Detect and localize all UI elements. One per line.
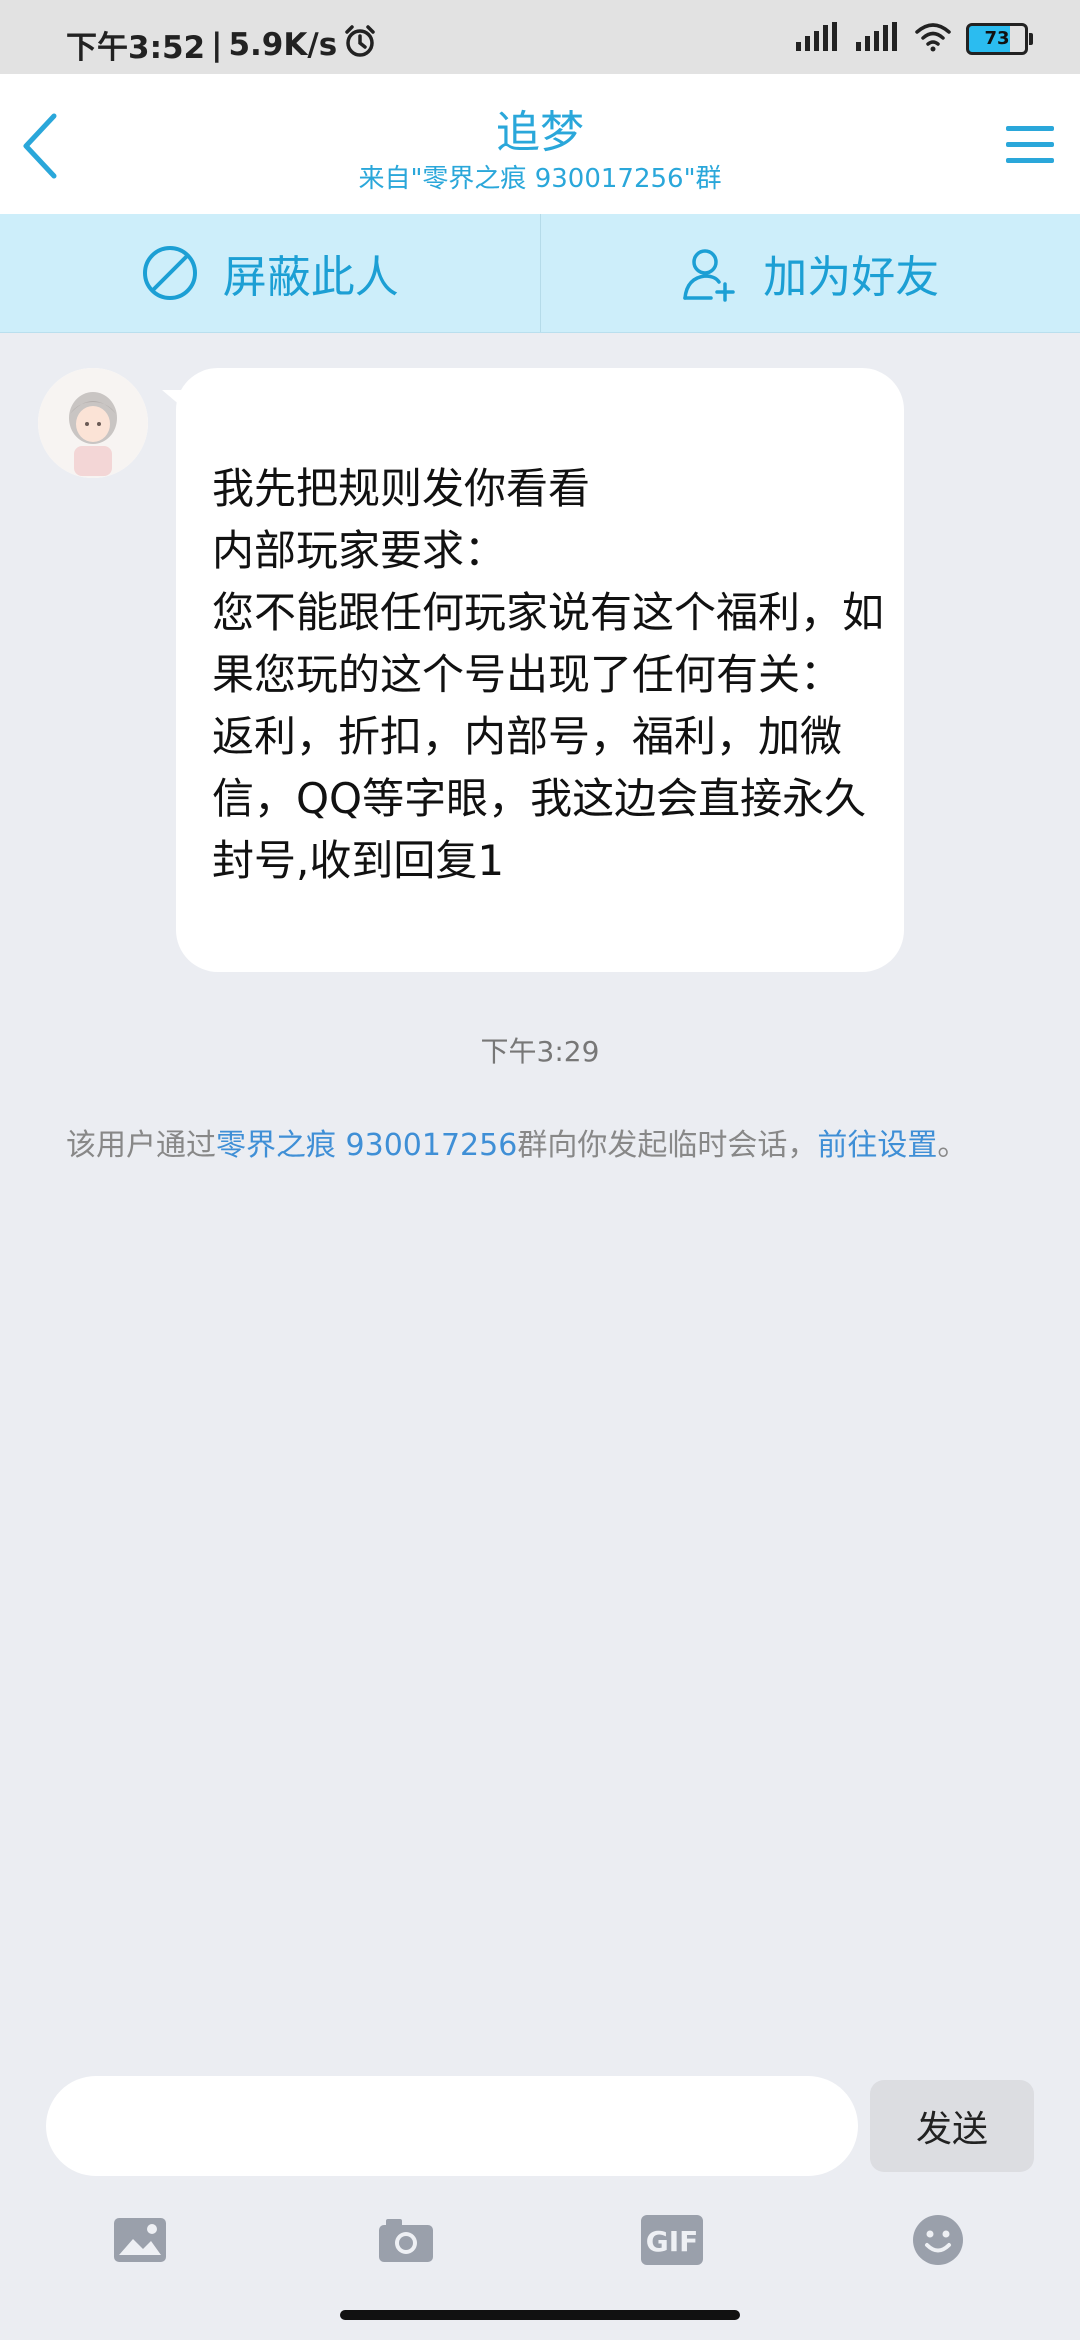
menu-icon [1006, 126, 1054, 163]
status-left: 下午3:52 | 5.9K/s [66, 22, 377, 67]
add-friend-button[interactable]: 加为好友 [539, 214, 1080, 332]
group-link[interactable]: 零界之痕 930017256 [216, 1128, 517, 1163]
message-timestamp: 下午3:29 [480, 1035, 600, 1068]
signal-icon [794, 22, 840, 56]
system-note: 该用户通过零界之痕 930017256群向你发起临时会话，前往设置。 [66, 1124, 996, 1168]
block-icon [142, 246, 197, 300]
camera-icon [379, 2219, 433, 2262]
system-note-suffix: 。 [937, 1128, 968, 1163]
add-friend-label: 加为好友 [763, 252, 940, 303]
message-bubble[interactable]: 我先把规则发你看看 内部玩家要求： 您不能跟任何玩家说有这个福利，如果您玩的这个… [162, 368, 904, 972]
menu-button[interactable] [1002, 116, 1058, 172]
image-icon [114, 2218, 166, 2262]
message-input[interactable] [46, 2076, 858, 2176]
image-button[interactable] [100, 2200, 180, 2280]
add-user-icon [683, 249, 735, 302]
status-net-speed: 5.9K/s [228, 26, 338, 63]
status-bar: 下午3:52 | 5.9K/s 73 [0, 0, 1080, 74]
status-time: 下午3:52 [66, 30, 206, 66]
system-note-prefix: 该用户通过 [66, 1128, 216, 1163]
system-note-middle: 群向你发起临时会话， [517, 1128, 818, 1163]
status-separator: | [211, 26, 223, 63]
settings-link[interactable]: 前往设置 [817, 1128, 937, 1163]
battery-icon: 73 [966, 23, 1033, 55]
emoji-button[interactable] [898, 2200, 978, 2280]
wifi-icon [914, 22, 952, 56]
gif-icon: GIF [641, 2215, 703, 2265]
block-user-button[interactable]: 屏蔽此人 [0, 214, 540, 332]
camera-button[interactable] [366, 2200, 446, 2280]
svg-text:GIF: GIF [646, 2225, 699, 2258]
block-user-label: 屏蔽此人 [222, 252, 399, 303]
emoji-icon [913, 2215, 963, 2265]
action-bar: 屏蔽此人 加为好友 [0, 214, 1080, 333]
signal-icon [854, 22, 900, 56]
chat-header: 追梦 来自"零界之痕 930017256"群 [0, 74, 1080, 214]
home-indicator[interactable] [340, 2310, 740, 2320]
send-button[interactable]: 发送 [870, 2080, 1034, 2172]
alarm-icon [343, 24, 377, 66]
gif-button[interactable]: GIF [632, 2200, 712, 2280]
status-right: 73 [794, 22, 1033, 56]
chat-title: 追梦 [496, 107, 584, 158]
chat-subtitle: 来自"零界之痕 930017256"群 [358, 164, 722, 194]
message-text: 我先把规则发你看看 内部玩家要求： 您不能跟任何玩家说有这个福利，如果您玩的这个… [212, 464, 885, 885]
composer-toolbar: GIF [0, 2200, 1080, 2280]
avatar[interactable] [38, 368, 148, 478]
